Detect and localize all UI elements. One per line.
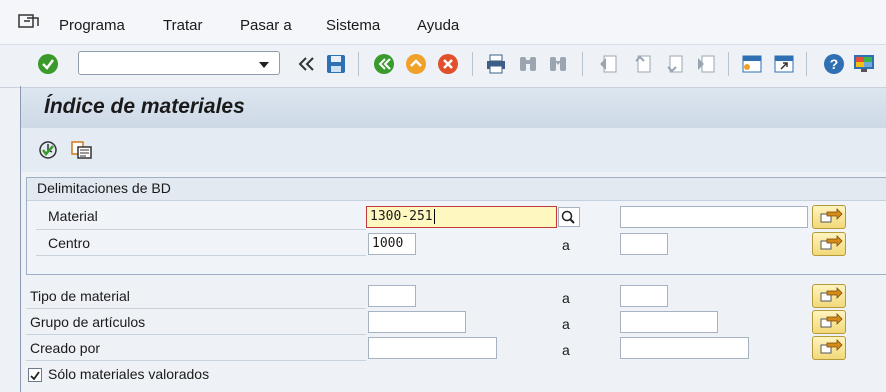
new-session-icon[interactable]: [740, 52, 764, 76]
centro-to-label: a: [562, 237, 570, 253]
grupo-articulos-multiple-selection-button[interactable]: [812, 310, 846, 334]
creado-por-from-input[interactable]: [368, 337, 497, 359]
row-divider: [36, 229, 366, 230]
enter-icon[interactable]: [36, 52, 60, 76]
row-divider: [36, 255, 366, 256]
material-from-input[interactable]: 1300-251: [366, 206, 557, 228]
toolbar-separator: [472, 52, 473, 76]
text-cursor: [433, 209, 435, 224]
print-icon[interactable]: [484, 52, 508, 76]
multiple-selection-icon: [820, 313, 843, 328]
tipo-material-to-label: a: [562, 290, 570, 306]
valued-materials-checkbox[interactable]: [28, 368, 42, 382]
menu-programa[interactable]: Programa: [59, 17, 125, 34]
multiple-selection-icon: [820, 287, 843, 302]
application-toolbar: [21, 128, 886, 172]
tipo-material-to-input[interactable]: [620, 285, 668, 307]
find-icon[interactable]: [516, 52, 540, 76]
row-divider: [26, 308, 366, 309]
centro-from-input[interactable]: 1000: [368, 233, 416, 255]
menu-pasar-a[interactable]: Pasar a: [240, 17, 292, 34]
back-double-arrow-icon[interactable]: [294, 52, 318, 76]
menu-tratar[interactable]: Tratar: [163, 17, 202, 34]
material-from-value: 1300-251: [370, 209, 433, 224]
copy-variant-icon[interactable]: [70, 139, 94, 164]
next-page-icon[interactable]: [662, 52, 686, 76]
grupo-articulos-from-input[interactable]: [368, 311, 466, 333]
toolbar-separator: [728, 52, 729, 76]
chevron-down-icon[interactable]: [257, 57, 271, 73]
multiple-selection-icon: [820, 339, 843, 354]
save-icon[interactable]: [324, 52, 348, 76]
toolbar-separator: [806, 52, 807, 76]
menu-icon[interactable]: [18, 14, 40, 30]
find-next-icon[interactable]: [546, 52, 570, 76]
row-divider: [26, 334, 366, 335]
search-help-button[interactable]: [558, 207, 580, 227]
svg-text:?: ?: [830, 56, 839, 72]
last-page-icon[interactable]: [694, 52, 718, 76]
toolbar-separator: [582, 52, 583, 76]
help-icon[interactable]: ?: [822, 52, 846, 76]
centro-label: Centro: [48, 235, 91, 251]
material-to-input[interactable]: [620, 206, 808, 228]
tipo-material-label: Tipo de material: [30, 288, 130, 304]
creado-por-to-label: a: [562, 342, 570, 358]
row-divider: [26, 360, 366, 361]
customize-layout-icon[interactable]: [852, 52, 876, 76]
centro-multiple-selection-button[interactable]: [812, 232, 846, 256]
valued-materials-label: Sólo materiales valorados: [48, 366, 210, 382]
creado-por-multiple-selection-button[interactable]: [812, 336, 846, 360]
exit-icon[interactable]: [404, 52, 428, 76]
centro-from-value: 1000: [372, 236, 404, 251]
toolbar-separator: [358, 52, 359, 76]
checkmark-icon: [30, 371, 40, 381]
groupbox-title: Delimitaciones de BD: [37, 180, 171, 196]
back-icon[interactable]: [372, 52, 396, 76]
execute-icon[interactable]: [37, 139, 59, 164]
material-multiple-selection-button[interactable]: [812, 205, 846, 229]
shortcut-icon[interactable]: [772, 52, 796, 76]
previous-page-icon[interactable]: [630, 52, 654, 76]
grupo-articulos-to-label: a: [562, 316, 570, 332]
menu-ayuda[interactable]: Ayuda: [417, 17, 459, 34]
creado-por-label: Creado por: [30, 340, 101, 356]
grupo-articulos-to-input[interactable]: [620, 311, 718, 333]
menu-sistema[interactable]: Sistema: [326, 17, 380, 34]
first-page-icon[interactable]: [596, 52, 620, 76]
creado-por-to-input[interactable]: [620, 337, 749, 359]
centro-to-input[interactable]: [620, 233, 668, 255]
grupo-articulos-label: Grupo de artículos: [30, 314, 146, 330]
multiple-selection-icon: [820, 208, 843, 223]
tipo-material-multiple-selection-button[interactable]: [812, 284, 846, 308]
search-icon: [561, 210, 575, 224]
page-title: Índice de materiales: [44, 95, 245, 118]
material-label: Material: [48, 208, 98, 224]
multiple-selection-icon: [820, 235, 843, 250]
command-field[interactable]: [78, 51, 280, 75]
tipo-material-from-input[interactable]: [368, 285, 416, 307]
cancel-icon[interactable]: [436, 52, 460, 76]
